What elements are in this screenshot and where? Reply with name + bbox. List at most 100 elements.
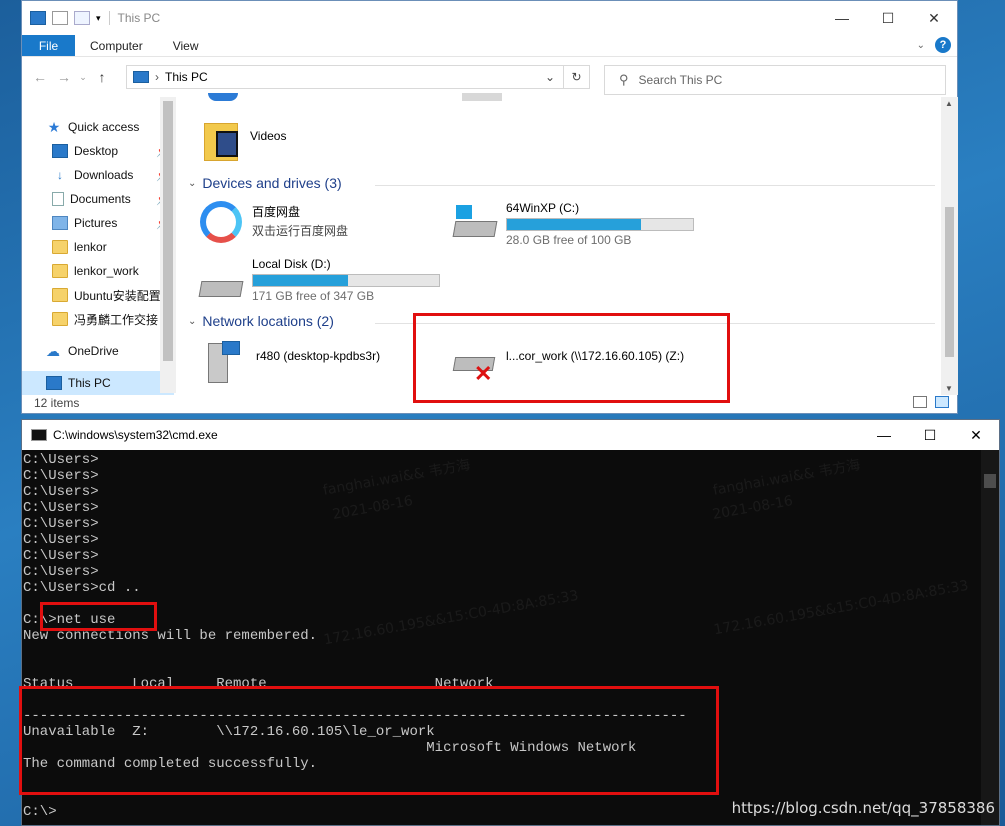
breadcrumb-this-pc[interactable]: This PC (165, 70, 208, 84)
maximize-button[interactable]: ☐ (865, 1, 911, 35)
sidebar-item-label: lenkor_work (74, 264, 139, 278)
console-line: C:\Users> (23, 564, 99, 580)
scroll-up-icon[interactable]: ▲ (945, 99, 953, 108)
address-row: ← → ⌄ ↑ › This PC ⌄ ↻ ⚲ Search This PC (22, 57, 957, 97)
documents-icon (52, 192, 64, 206)
close-button[interactable]: ✕ (953, 420, 999, 450)
up-arrow-icon[interactable]: ↑ (90, 69, 114, 85)
network-header[interactable]: ⌄ Network locations (2) (188, 313, 334, 329)
baidu-netdisk-icon (198, 199, 244, 245)
sidebar-item-label: Pictures (74, 216, 118, 230)
videos-folder-icon (202, 119, 242, 161)
network-computer-icon (202, 339, 248, 385)
sidebar-item-label: lenkor (74, 240, 107, 254)
sidebar-item-this-pc[interactable]: This PC (22, 371, 174, 395)
sidebar-item-lenkor-work[interactable]: lenkor_work (22, 259, 174, 283)
drive-free-space: 28.0 GB free of 100 GB (506, 233, 632, 247)
drive-description: 双击运行百度网盘 (252, 224, 349, 238)
desktop-icon (52, 144, 68, 158)
properties-icon[interactable] (52, 11, 68, 25)
console-line: C:\Users> (23, 484, 99, 500)
details-view-icon[interactable] (913, 396, 927, 408)
sidebar-item-pictures[interactable]: Pictures 📌 (22, 211, 174, 235)
item-count: 12 items (34, 396, 80, 410)
watermark: 172.16.60.195&&15:C0-4D:8A:85:33 (712, 577, 970, 639)
network-location-r480[interactable]: r480 (desktop-kpdbs3r) (202, 339, 380, 385)
cmd-titlebar: C:\windows\system32\cmd.exe — ☐ ✕ (22, 420, 999, 450)
address-bar[interactable]: › This PC ⌄ ↻ (126, 65, 590, 89)
sidebar-item-handover[interactable]: 冯勇麟工作交接 (22, 307, 174, 331)
sidebar-item-quick-access[interactable]: ★ Quick access (22, 115, 174, 139)
sidebar-item-downloads[interactable]: ↓ Downloads 📌 (22, 163, 174, 187)
tab-file[interactable]: File (22, 35, 75, 56)
quick-access-toolbar: ▾ (22, 11, 101, 25)
devices-header[interactable]: ⌄ Devices and drives (3) (188, 175, 342, 191)
sidebar-item-desktop[interactable]: Desktop 📌 (22, 139, 174, 163)
refresh-icon[interactable]: ↻ (563, 65, 589, 89)
drive-baidu[interactable]: 百度网盘 双击运行百度网盘 (198, 199, 348, 245)
minimize-button[interactable]: — (861, 420, 907, 450)
sidebar-item-label: Quick access (68, 120, 140, 134)
console-line: C:\Users>cd .. (23, 580, 141, 596)
minimize-button[interactable]: — (819, 1, 865, 35)
highlight-annotation (413, 313, 730, 403)
console-line: C:\Users> (23, 532, 99, 548)
drive-name: Local Disk (D:) (252, 257, 331, 271)
watermark: fanghai.wai&& 韦方海 (321, 457, 472, 499)
large-icons-view-icon[interactable] (935, 396, 949, 408)
content-scrollbar[interactable]: ▲ ▼ (941, 97, 958, 395)
drive-c[interactable]: 64WinXP (C:) 28.0 GB free of 100 GB (452, 201, 694, 247)
expand-ribbon-chevron-icon[interactable]: ⌄ (917, 40, 925, 51)
search-input[interactable]: ⚲ Search This PC (604, 65, 946, 95)
source-url-watermark: https://blog.csdn.net/qq_37858386 (731, 799, 995, 817)
drive-usage-fill (253, 275, 348, 286)
cmd-title: C:\windows\system32\cmd.exe (53, 428, 218, 442)
sidebar-item-label: 冯勇麟工作交接 (74, 312, 159, 327)
scrollbar-thumb[interactable] (984, 474, 996, 488)
customize-toolbar-chevron-icon[interactable]: ▾ (96, 13, 101, 24)
maximize-button[interactable]: ☐ (907, 420, 953, 450)
scroll-down-icon[interactable]: ▼ (945, 384, 953, 393)
tab-computer[interactable]: Computer (75, 35, 158, 56)
drive-usage-bar (506, 218, 694, 231)
drive-usage-bar (252, 274, 440, 287)
nav-scrollbar[interactable] (160, 97, 176, 393)
folder-icon (52, 288, 68, 302)
explorer-titlebar: ▾ This PC — ☐ ✕ (22, 1, 957, 35)
sidebar-item-label: Downloads (74, 168, 134, 182)
scrollbar-thumb[interactable] (945, 207, 954, 357)
close-button[interactable]: ✕ (911, 1, 957, 35)
cmd-scrollbar[interactable] (981, 450, 999, 825)
navigation-pane: ★ Quick access Desktop 📌 ↓ Downloads 📌 D… (22, 97, 174, 395)
hard-drive-icon (198, 257, 244, 303)
drive-d[interactable]: Local Disk (D:) 171 GB free of 347 GB (198, 257, 440, 303)
search-placeholder: Search This PC (638, 73, 723, 87)
back-arrow-icon[interactable]: ← (28, 69, 52, 85)
sidebar-item-ubuntu[interactable]: Ubuntu安装配置 (22, 283, 174, 307)
highlight-annotation (19, 686, 719, 795)
ribbon-tabs: File Computer View ⌄ ? (22, 35, 957, 57)
forward-arrow-icon[interactable]: → (52, 69, 76, 85)
console-line: C:\Users> (23, 516, 99, 532)
folder-videos[interactable]: Videos (202, 119, 286, 161)
recent-locations-chevron-icon[interactable]: ⌄ (76, 72, 90, 83)
highlight-annotation (40, 602, 157, 631)
tab-view[interactable]: View (158, 35, 214, 56)
folder-name: Videos (250, 129, 287, 143)
collapse-chevron-icon[interactable]: ⌄ (188, 178, 196, 189)
watermark: 2021-08-16 (331, 493, 415, 523)
sidebar-item-documents[interactable]: Documents 📌 (22, 187, 174, 211)
address-dropdown-chevron-icon[interactable]: ⌄ (545, 70, 555, 84)
new-folder-icon[interactable] (74, 11, 90, 25)
breadcrumb-separator-icon[interactable]: › (155, 70, 159, 84)
search-icon: ⚲ (619, 72, 629, 87)
group-divider (375, 185, 935, 186)
computer-icon (133, 71, 149, 83)
scrollbar-thumb[interactable] (163, 101, 173, 361)
help-icon[interactable]: ? (935, 37, 951, 53)
collapse-chevron-icon[interactable]: ⌄ (188, 316, 196, 327)
sidebar-item-onedrive[interactable]: ☁ OneDrive (22, 339, 174, 363)
console-line: C:\Users> (23, 452, 99, 468)
sidebar-item-lenkor[interactable]: lenkor (22, 235, 174, 259)
watermark: fanghai.wai&& 韦方海 (711, 457, 862, 499)
